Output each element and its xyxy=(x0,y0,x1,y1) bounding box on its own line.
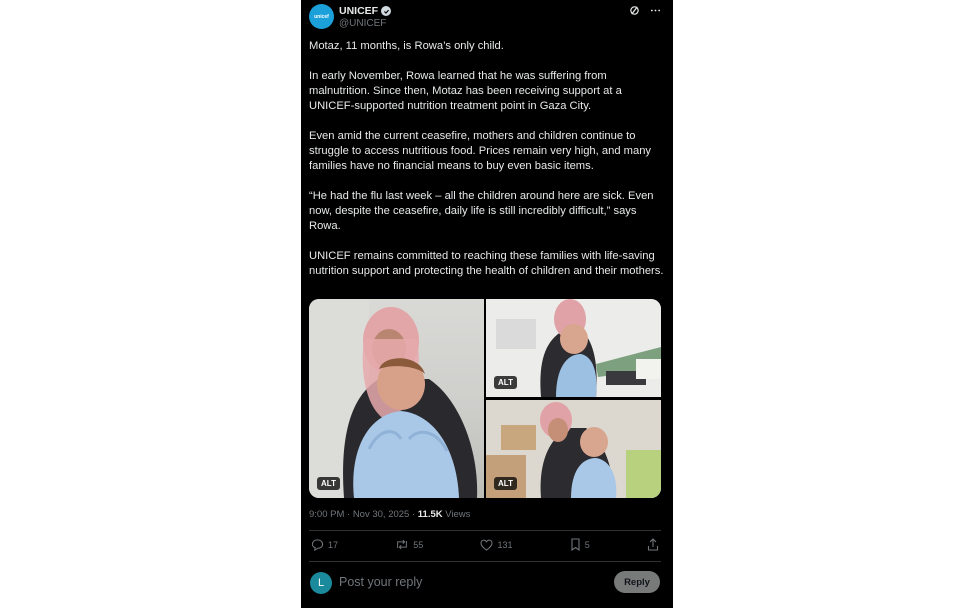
account-handle[interactable]: @UNICEF xyxy=(339,18,386,29)
user-avatar-letter: L xyxy=(317,577,325,589)
post-paragraph: In early November, Rowa learned that he … xyxy=(309,70,622,112)
divider xyxy=(309,561,661,562)
photo-measuring-arm[interactable]: ALT xyxy=(486,299,661,397)
more-options-icon[interactable] xyxy=(650,5,661,19)
photo-mother-child-2[interactable]: ALT xyxy=(486,400,661,498)
divider xyxy=(309,530,661,531)
share-button[interactable] xyxy=(647,538,659,551)
views-label: Views xyxy=(445,509,471,520)
photo-illustration xyxy=(309,299,478,498)
repost-icon xyxy=(397,539,408,550)
repost-button[interactable]: 55 xyxy=(395,538,423,551)
reply-input[interactable]: Post your reply xyxy=(339,575,422,589)
reply-submit-button[interactable]: Reply xyxy=(614,571,660,593)
bookmark-button[interactable]: 5 xyxy=(570,538,590,551)
like-button[interactable]: 131 xyxy=(480,538,513,551)
alt-badge[interactable]: ALT xyxy=(494,477,517,490)
verified-badge-icon xyxy=(381,6,392,16)
alt-badge[interactable]: ALT xyxy=(494,376,517,389)
bookmark-count: 5 xyxy=(584,539,590,550)
reply-icon xyxy=(311,539,324,551)
account-name[interactable]: UNICEF xyxy=(339,5,378,17)
account-name-row[interactable]: UNICEF xyxy=(339,5,392,17)
photo-mother-child-1[interactable]: ALT xyxy=(309,299,484,498)
grok-icon[interactable] xyxy=(629,5,640,19)
like-count: 131 xyxy=(497,539,513,550)
reply-button[interactable]: 17 xyxy=(311,538,338,551)
bookmark-icon xyxy=(571,538,580,551)
post-text: Motaz, 11 months, is Rowa’s only child. … xyxy=(309,39,665,294)
action-bar: 17 55 131 5 xyxy=(311,538,659,551)
alt-badge[interactable]: ALT xyxy=(317,477,340,490)
post-panel: unicef UNICEF @UNICEF Motaz, 11 months, … xyxy=(301,0,673,608)
post-meta: 9:00 PM · Nov 30, 2025 · 11.5K Views xyxy=(309,509,470,520)
user-avatar[interactable]: L xyxy=(310,572,332,594)
heart-icon xyxy=(480,539,494,551)
post-paragraph: UNICEF remains committed to reaching the… xyxy=(309,250,664,277)
post-top-icons xyxy=(629,5,661,19)
post-paragraph: Motaz, 11 months, is Rowa’s only child. xyxy=(309,40,504,52)
post-timestamp[interactable]: 9:00 PM · Nov 30, 2025 · xyxy=(309,509,415,520)
share-icon xyxy=(647,538,659,551)
post-paragraph: “He had the flu last week – all the chil… xyxy=(309,190,654,232)
views-count: 11.5K xyxy=(417,509,443,520)
reply-count: 17 xyxy=(328,539,339,550)
repost-count: 55 xyxy=(413,539,424,550)
post-paragraph: Even amid the current ceasefire, mothers… xyxy=(309,130,652,172)
avatar[interactable]: unicef xyxy=(309,4,334,29)
unicef-logo-text: unicef xyxy=(314,13,329,20)
media-grid: ALT ALT ALT xyxy=(309,299,661,498)
